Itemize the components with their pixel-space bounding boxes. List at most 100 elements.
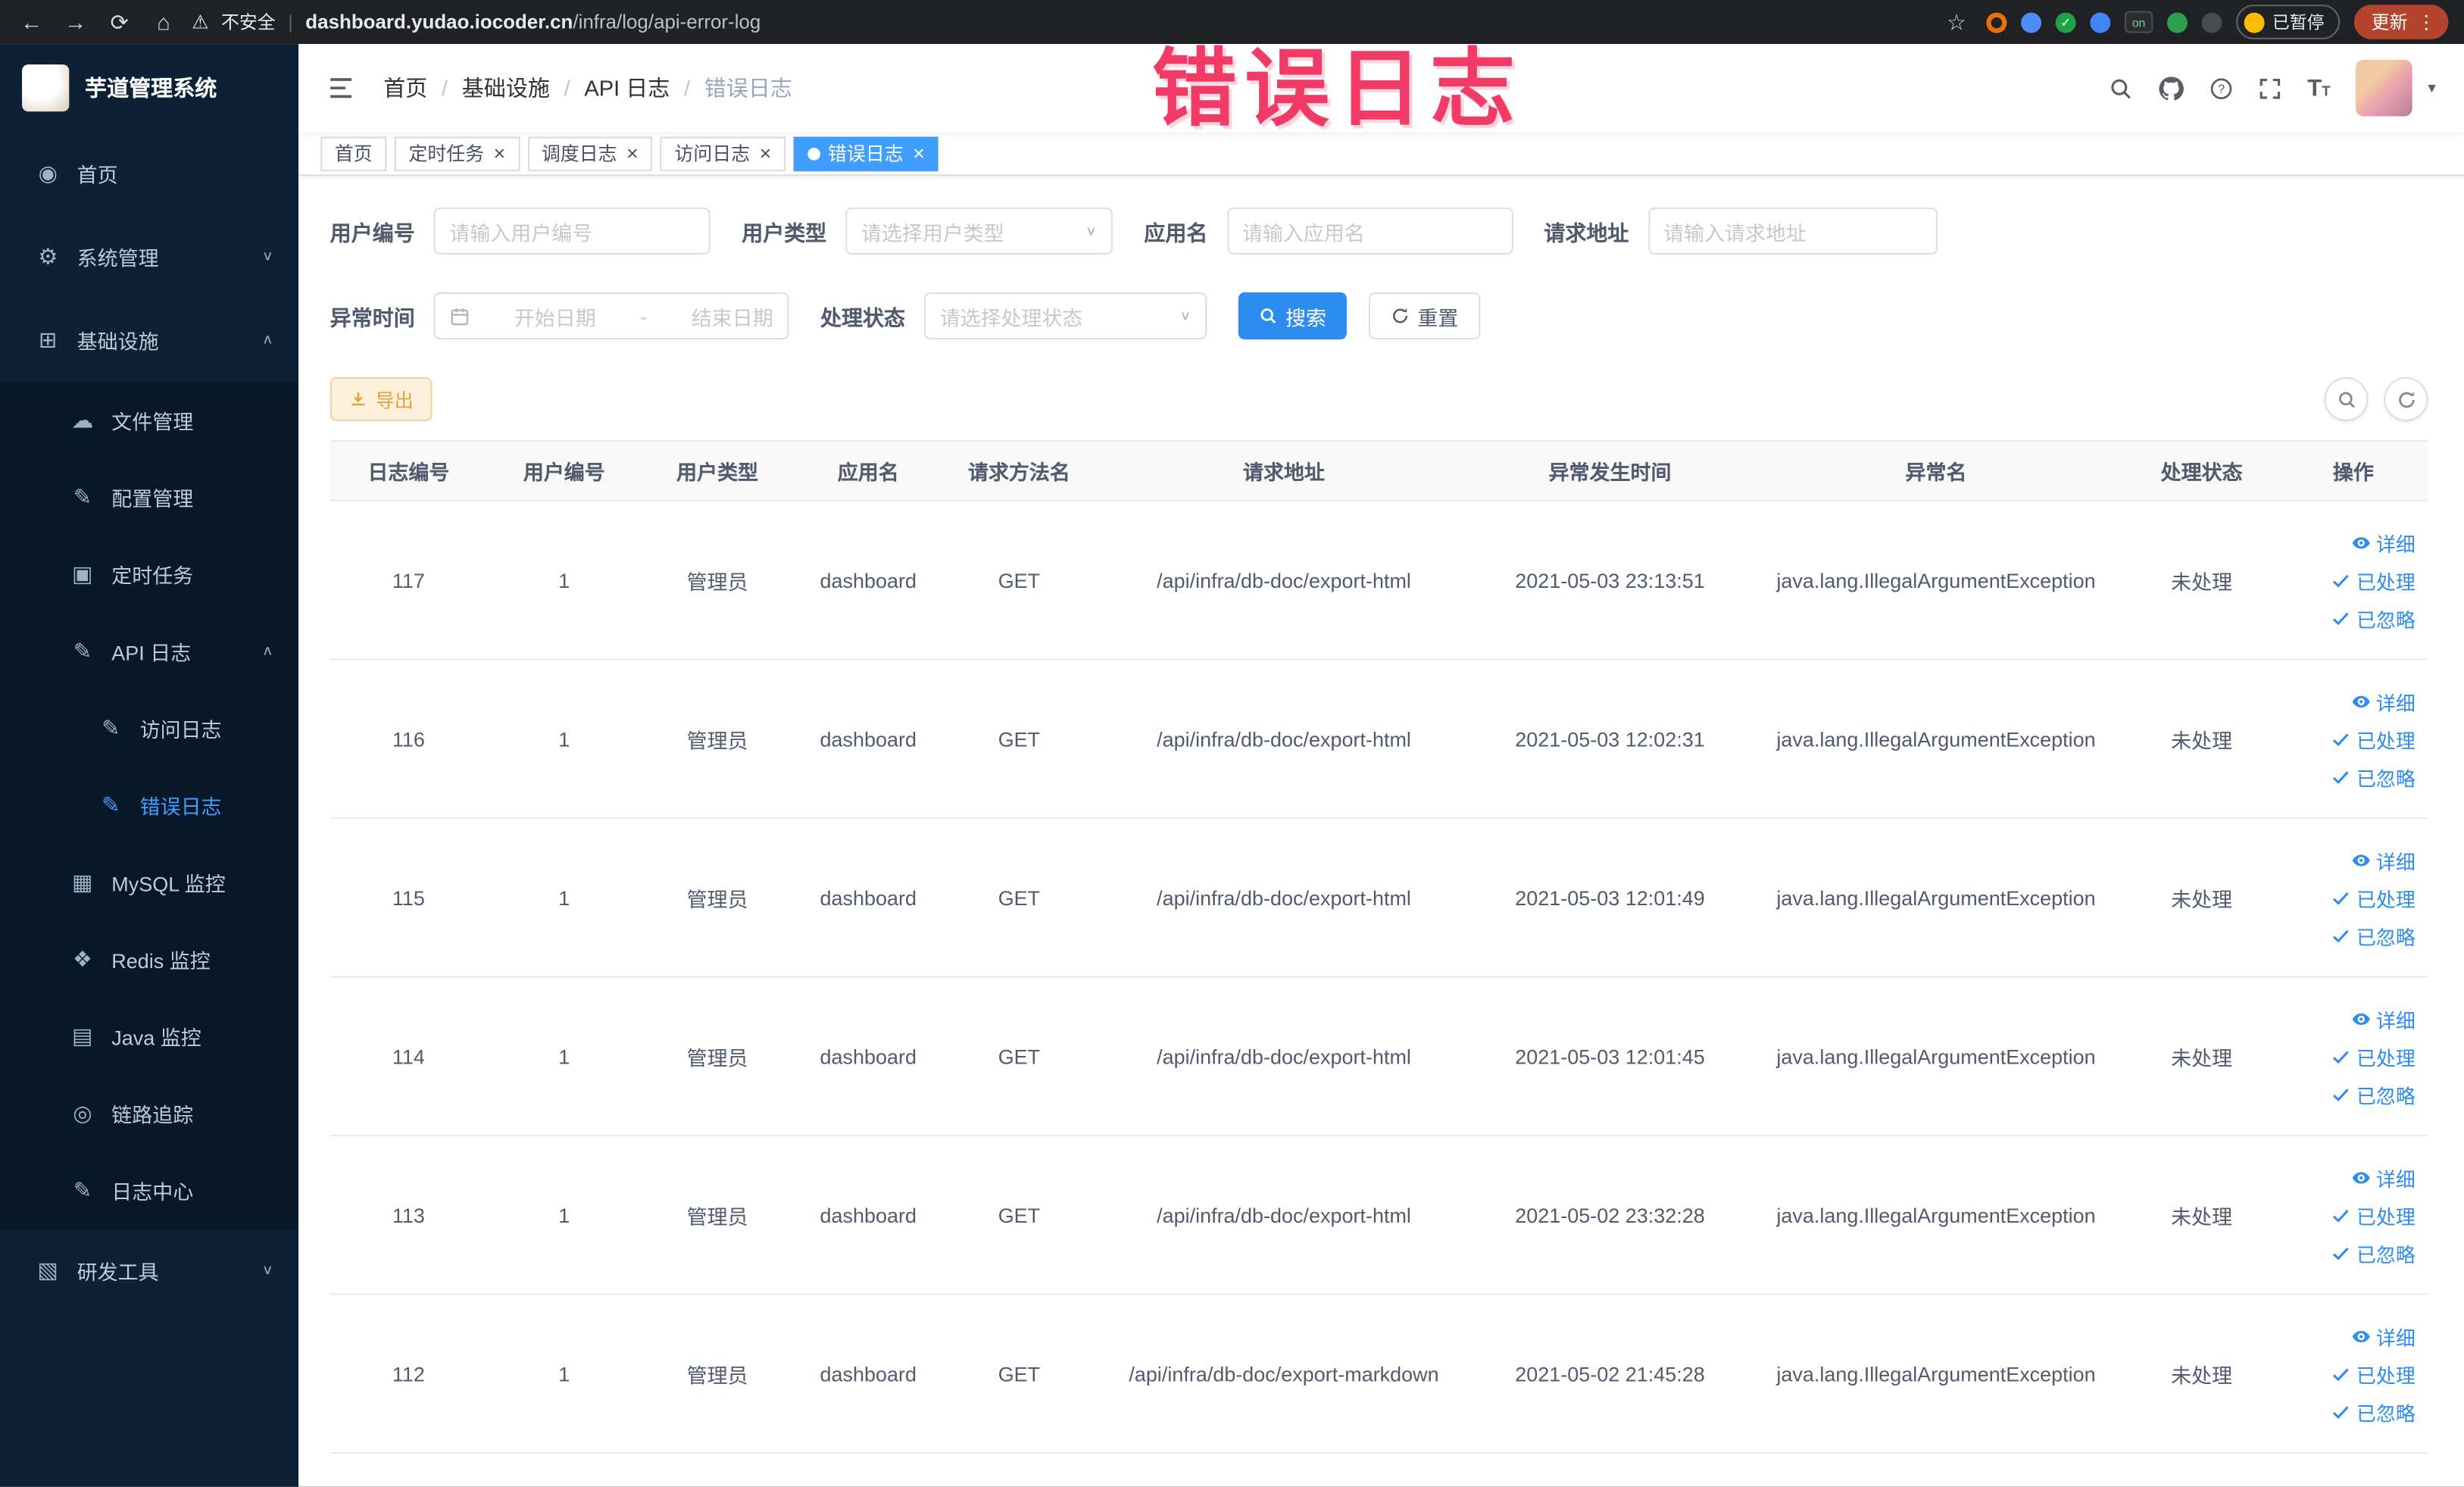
- end-date-placeholder: 结束日期: [691, 305, 773, 330]
- sidebar-item-api-log[interactable]: ✎ API 日志 ∧: [0, 613, 299, 690]
- address-bar[interactable]: dashboard.yudao.iocoder.cn/infra/log/api…: [305, 11, 760, 33]
- reload-icon[interactable]: ⟳: [104, 8, 135, 35]
- action-ignored[interactable]: 已忽略: [2331, 1238, 2416, 1267]
- tab-home[interactable]: 首页: [320, 136, 387, 171]
- process-status-select[interactable]: 请选择处理状态 ∨: [923, 292, 1207, 340]
- search-button[interactable]: 搜索: [1238, 292, 1348, 340]
- check-icon: [2331, 570, 2352, 590]
- extension-icon[interactable]: [2021, 11, 2042, 33]
- tab-error-log[interactable]: 错误日志 ×: [793, 136, 939, 171]
- action-detail[interactable]: 详细: [2351, 1162, 2416, 1192]
- extension-icon[interactable]: [2090, 11, 2111, 33]
- action-detail[interactable]: 详细: [2351, 845, 2416, 874]
- kebab-menu-icon[interactable]: ⋮: [2417, 11, 2436, 33]
- tab-job-log[interactable]: 调度日志 ×: [527, 136, 653, 171]
- action-detail[interactable]: 详细: [2351, 1321, 2416, 1351]
- sidebar-item-infra[interactable]: ⊞ 基础设施 ∧: [0, 298, 299, 383]
- close-icon[interactable]: ×: [626, 143, 639, 164]
- cell-actions: 详细已处理已忽略: [2278, 817, 2428, 978]
- app-name-input[interactable]: 请输入应用名: [1226, 207, 1513, 255]
- sidebar-item-system[interactable]: ⚙ 系统管理 ∨: [0, 215, 299, 299]
- help-icon[interactable]: ?: [2210, 77, 2234, 100]
- action-ignored[interactable]: 已忽略: [2331, 1079, 2416, 1108]
- paused-badge[interactable]: 已暂停: [2236, 5, 2341, 39]
- action-processed[interactable]: 已处理: [2331, 1200, 2416, 1229]
- font-size-icon[interactable]: TT: [2307, 75, 2330, 102]
- table-tools: [2324, 376, 2428, 422]
- extension-icon[interactable]: [2167, 11, 2188, 33]
- cell-actions: 详细已处理已忽略: [2278, 1135, 2428, 1295]
- fullscreen-icon[interactable]: [2259, 77, 2282, 100]
- bookmark-star-icon[interactable]: ☆: [1941, 8, 1972, 35]
- close-icon[interactable]: ×: [760, 143, 772, 164]
- action-ignored[interactable]: 已忽略: [2331, 761, 2416, 791]
- sidebar-item-access-log[interactable]: ✎ 访问日志: [0, 689, 299, 767]
- user-id-input[interactable]: 请输入用户编号: [433, 207, 710, 255]
- home-icon[interactable]: ⌂: [148, 9, 179, 34]
- toolbar-refresh-button[interactable]: [2384, 376, 2428, 422]
- sidebar-item-home[interactable]: ◉ 首页: [0, 132, 299, 216]
- sidebar-item-label: Java 监控: [111, 1026, 201, 1050]
- sidebar-item-label: 首页: [77, 163, 118, 187]
- action-processed[interactable]: 已处理: [2331, 1041, 2416, 1070]
- breadcrumb-item[interactable]: API 日志: [584, 72, 670, 103]
- action-ignored[interactable]: 已忽略: [2331, 920, 2416, 950]
- action-ignored[interactable]: 已忽略: [2331, 1396, 2416, 1426]
- action-label: 已忽略: [2356, 608, 2416, 631]
- extension-icon[interactable]: [1986, 11, 2007, 33]
- sidebar-item-trace[interactable]: ◎ 链路追踪: [0, 1075, 299, 1152]
- search-icon[interactable]: [2110, 77, 2133, 100]
- request-url-input[interactable]: 请输入请求地址: [1647, 207, 1938, 255]
- breadcrumb-item[interactable]: 首页: [383, 72, 427, 103]
- action-detail[interactable]: 详细: [2351, 1004, 2416, 1033]
- tab-access-log[interactable]: 访问日志 ×: [660, 136, 786, 171]
- action-processed[interactable]: 已处理: [2331, 1359, 2416, 1389]
- sidebar-item-log-center[interactable]: ✎ 日志中心: [0, 1151, 299, 1229]
- update-button[interactable]: 更新 ⋮: [2353, 5, 2449, 39]
- reset-button[interactable]: 重置: [1369, 292, 1481, 340]
- filter-label: 应用名: [1144, 221, 1208, 245]
- sidebar-item-file[interactable]: ☁ 文件管理: [0, 382, 299, 459]
- toolbar-search-toggle-button[interactable]: [2324, 376, 2369, 422]
- sidebar-item-java[interactable]: ▤ Java 监控: [0, 998, 299, 1076]
- action-processed[interactable]: 已处理: [2331, 565, 2416, 595]
- logo-avatar: [22, 64, 70, 112]
- date-range-picker[interactable]: 开始日期 - 结束日期: [433, 292, 789, 340]
- breadcrumb-item[interactable]: 基础设施: [462, 72, 550, 103]
- forward-icon[interactable]: →: [60, 9, 91, 34]
- tab-job[interactable]: 定时任务 ×: [394, 136, 520, 171]
- app-logo[interactable]: 芋道管理系统: [0, 44, 298, 132]
- action-label: 详细: [2375, 533, 2416, 556]
- sidebar-item-mysql[interactable]: ▦ MySQL 监控: [0, 844, 299, 921]
- back-icon[interactable]: ←: [16, 9, 47, 34]
- extension-on-badge[interactable]: on: [2124, 11, 2153, 33]
- table-row: 112 1 管理员 dashboard GET/api/infra/db-doc/exp…: [329, 1294, 2428, 1454]
- security-label[interactable]: 不安全: [221, 9, 276, 34]
- action-detail[interactable]: 详细: [2351, 527, 2416, 557]
- export-button[interactable]: 导出: [329, 376, 433, 422]
- sidebar-item-dev-tools[interactable]: ▧ 研发工具 ∨: [0, 1229, 299, 1313]
- sidebar-item-label: 日志中心: [111, 1180, 194, 1204]
- cell-time: 2021-05-03 12:01:45: [1472, 976, 1748, 1137]
- action-detail[interactable]: 详细: [2351, 686, 2416, 716]
- user-type-select[interactable]: 请选择用户类型 ∨: [845, 207, 1113, 255]
- action-processed[interactable]: 已处理: [2331, 883, 2416, 912]
- sidebar-item-error-log[interactable]: ✎ 错误日志: [0, 767, 299, 845]
- filter-label: 用户类型: [742, 221, 827, 245]
- action-processed[interactable]: 已处理: [2331, 723, 2416, 753]
- extension-icon[interactable]: [2201, 11, 2222, 33]
- sidebar-item-job[interactable]: ▣ 定时任务: [0, 536, 299, 614]
- column-header-log-id: 日志编号: [329, 439, 488, 501]
- sidebar-item-config[interactable]: ✎ 配置管理: [0, 458, 299, 536]
- chevron-down-icon[interactable]: ▾: [2428, 80, 2435, 97]
- action-ignored[interactable]: 已忽略: [2331, 603, 2416, 633]
- hamburger-icon[interactable]: [327, 74, 355, 102]
- close-icon[interactable]: ×: [913, 143, 925, 164]
- cell-user-id: 1: [487, 500, 642, 661]
- github-icon[interactable]: [2158, 75, 2184, 102]
- cell-app-name: dashboard: [793, 1135, 943, 1295]
- sidebar-item-redis[interactable]: ❖ Redis 监控: [0, 920, 299, 998]
- user-avatar[interactable]: [2355, 59, 2412, 117]
- close-icon[interactable]: ×: [494, 143, 506, 164]
- extension-icon[interactable]: ✓: [2055, 11, 2076, 33]
